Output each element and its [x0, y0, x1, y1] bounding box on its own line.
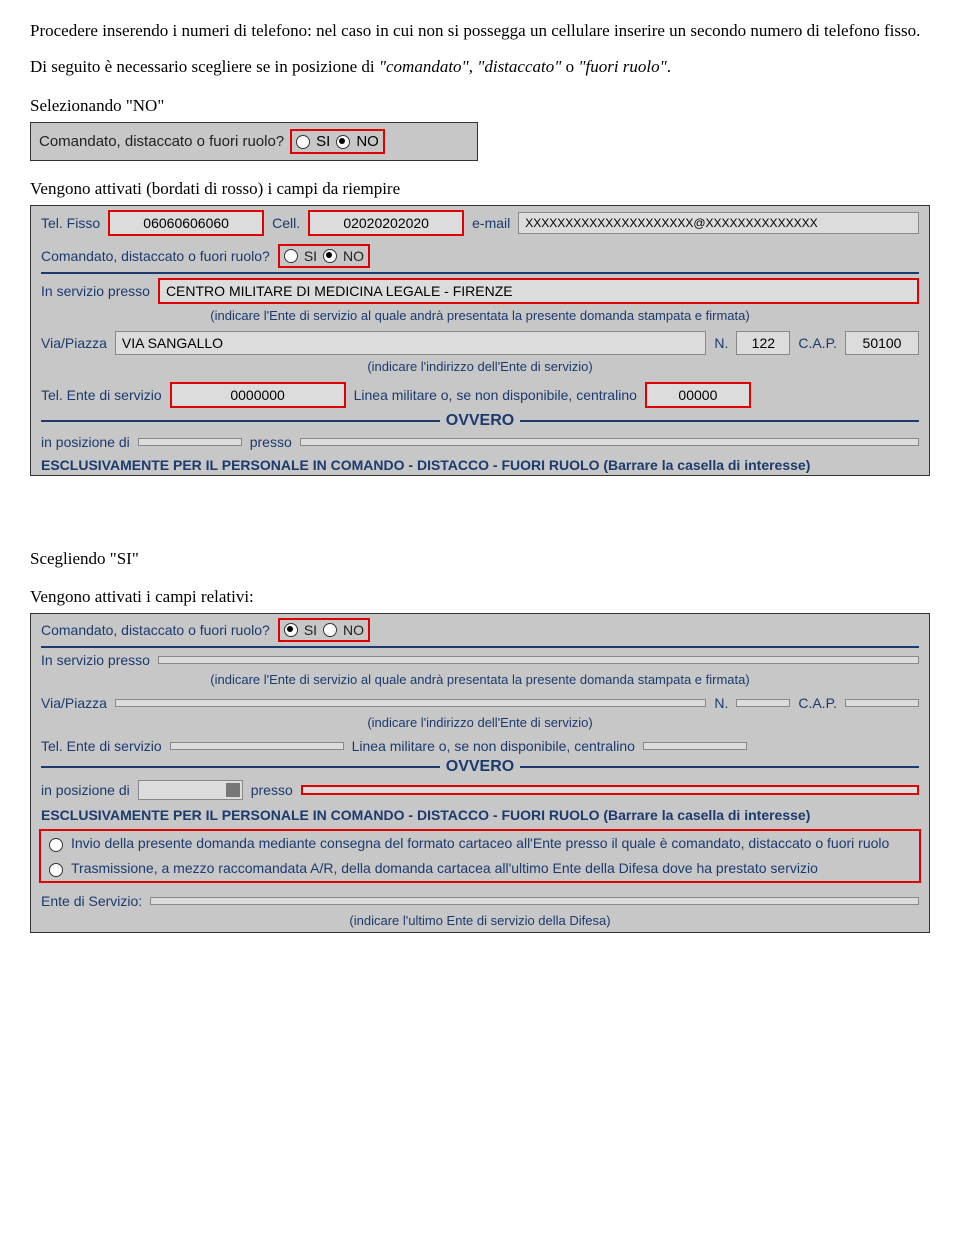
hint-1-b: (indicare l'Ente di servizio al quale an… [31, 672, 929, 691]
paragraph-1: Procedere inserendo i numeri di telefono… [30, 20, 930, 42]
ente-servizio-input[interactable] [150, 897, 919, 905]
n-input[interactable]: 122 [736, 331, 790, 355]
tel-fisso-label: Tel. Fisso [41, 215, 100, 231]
hint-3-b: (indicare l'ultimo Ente di servizio dell… [31, 913, 929, 932]
radio-si-label: SI [316, 133, 330, 150]
comandato-question: Comandato, distaccato o fuori ruolo? [41, 248, 270, 264]
paragraph-2: Di seguito è necessario scegliere se in … [30, 56, 930, 78]
section-2-label: Scegliendo "SI" [30, 549, 930, 569]
section-1-after: Vengono attivati (bordati di rosso) i ca… [30, 179, 930, 199]
radio-si[interactable] [296, 135, 310, 149]
radio-no-label: NO [343, 248, 364, 264]
email-label: e-mail [472, 215, 510, 231]
cap-input-b[interactable] [845, 699, 919, 707]
radio-no[interactable] [336, 135, 350, 149]
cell-input[interactable]: 02020202020 [308, 210, 464, 236]
options-highlight-box: Invio della presente domanda mediante co… [39, 829, 921, 883]
option-2-text: Trasmissione, a mezzo raccomandata A/R, … [71, 860, 818, 876]
hint-2: (indicare l'indirizzo dell'Ente di servi… [31, 359, 929, 378]
n-label: N. [714, 335, 728, 351]
radio-no-label: NO [356, 133, 379, 150]
radio-no-label-b: NO [343, 622, 364, 638]
radio-group-highlight-2: SI NO [278, 244, 370, 268]
ovvero-divider-b: OVVERO [31, 758, 929, 776]
in-posizione-select[interactable] [138, 780, 243, 800]
linea-label: Linea militare o, se non disponibile, ce… [354, 387, 637, 403]
linea-input[interactable]: 00000 [645, 382, 751, 408]
option-1-radio[interactable] [49, 838, 63, 852]
screenshot-choice-no: Comandato, distaccato o fuori ruolo? SI … [30, 122, 478, 161]
tel-fisso-input[interactable]: 06060606060 [108, 210, 264, 236]
n-label-b: N. [714, 695, 728, 711]
presso-input[interactable] [300, 438, 919, 446]
radio-si-form[interactable] [284, 249, 298, 263]
presso-label-b: presso [251, 782, 293, 798]
option-1-text: Invio della presente domanda mediante co… [71, 835, 889, 851]
tel-ente-label-b: Tel. Ente di servizio [41, 738, 162, 754]
via-input[interactable]: VIA SANGALLO [115, 331, 706, 355]
in-posizione-input[interactable] [138, 438, 242, 446]
tel-ente-input-b[interactable] [170, 742, 344, 750]
presso-label: presso [250, 434, 292, 450]
radio-no-form[interactable] [323, 249, 337, 263]
chevron-down-icon [226, 783, 240, 797]
tel-ente-input[interactable]: 0000000 [170, 382, 346, 408]
esclusivamente-heading: ESCLUSIVAMENTE PER IL PERSONALE IN COMAN… [31, 454, 929, 475]
in-posizione-label-b: in posizione di [41, 782, 130, 798]
radio-no-form-b[interactable] [323, 623, 337, 637]
via-input-b[interactable] [115, 699, 706, 707]
linea-input-b[interactable] [643, 742, 747, 750]
linea-label-b: Linea militare o, se non disponibile, ce… [352, 738, 635, 754]
radio-group-highlight: SI NO [290, 129, 385, 154]
cap-label: C.A.P. [798, 335, 837, 351]
in-servizio-input[interactable]: CENTRO MILITARE DI MEDICINA LEGALE - FIR… [158, 278, 919, 304]
email-input[interactable]: XXXXXXXXXXXXXXXXXXXXX@XXXXXXXXXXXXXX [518, 212, 919, 234]
form-screenshot-si: Comandato, distaccato o fuori ruolo? SI … [30, 613, 930, 933]
form-screenshot-no: Tel. Fisso 06060606060 Cell. 02020202020… [30, 205, 930, 476]
section-1-label: Selezionando "NO" [30, 96, 930, 116]
via-label-b: Via/Piazza [41, 695, 107, 711]
via-label: Via/Piazza [41, 335, 107, 351]
presso-input-b[interactable] [301, 785, 919, 795]
cap-label-b: C.A.P. [798, 695, 837, 711]
section-2-after: Vengono attivati i campi relativi: [30, 587, 930, 607]
option-2-radio[interactable] [49, 863, 63, 877]
in-posizione-label: in posizione di [41, 434, 130, 450]
hint-2-b: (indicare l'indirizzo dell'Ente di servi… [31, 715, 929, 734]
cell-label: Cell. [272, 215, 300, 231]
cap-input[interactable]: 50100 [845, 331, 919, 355]
esclusivamente-heading-b: ESCLUSIVAMENTE PER IL PERSONALE IN COMAN… [31, 804, 929, 825]
comandato-question-b: Comandato, distaccato o fuori ruolo? [41, 622, 270, 638]
tel-ente-label: Tel. Ente di servizio [41, 387, 162, 403]
ovvero-divider: OVVERO [31, 412, 929, 430]
in-servizio-label: In servizio presso [41, 283, 150, 299]
question-label: Comandato, distaccato o fuori ruolo? [39, 133, 284, 150]
in-servizio-label-b: In servizio presso [41, 652, 150, 668]
radio-si-label-b: SI [304, 622, 317, 638]
ente-servizio-label: Ente di Servizio: [41, 893, 142, 909]
hint-1: (indicare l'Ente di servizio al quale an… [31, 308, 929, 327]
intro-text: Procedere inserendo i numeri di telefono… [30, 20, 930, 78]
radio-si-form-b[interactable] [284, 623, 298, 637]
n-input-b[interactable] [736, 699, 790, 707]
radio-group-highlight-b: SI NO [278, 618, 370, 642]
in-servizio-input-b[interactable] [158, 656, 919, 664]
radio-si-label: SI [304, 248, 317, 264]
